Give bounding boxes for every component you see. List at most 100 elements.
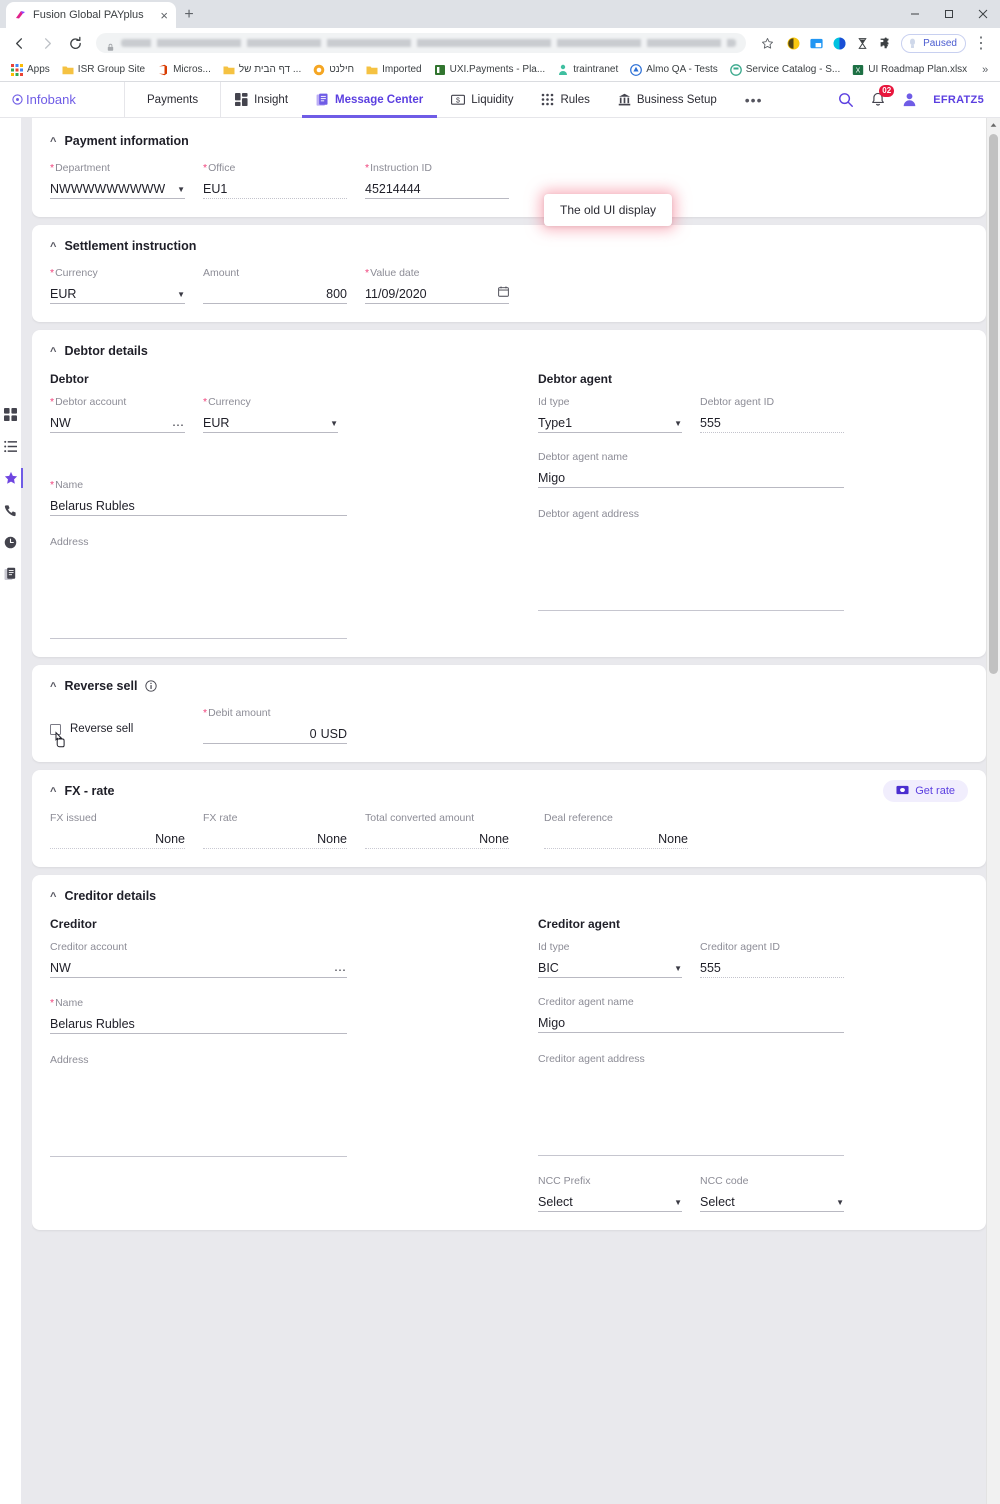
tab-insight[interactable]: Insight xyxy=(221,82,302,118)
reverse-sell-checkbox[interactable] xyxy=(50,723,61,735)
browser-menu-icon[interactable]: ⋮ xyxy=(968,30,994,56)
debtor-agent-id-input[interactable]: 555 xyxy=(700,413,844,433)
collapse-chevron-icon[interactable]: ^ xyxy=(50,681,56,693)
chevron-down-icon[interactable]: ▼ xyxy=(668,1194,682,1211)
nav-payments[interactable]: Payments xyxy=(125,94,220,106)
search-icon[interactable] xyxy=(838,92,854,108)
extension-screenshot-icon[interactable] xyxy=(805,32,827,54)
ncc-prefix-select[interactable]: Select ▼ xyxy=(538,1192,682,1212)
section-payment-information: ^ Payment information *Department NWWWWW… xyxy=(32,118,986,226)
debtor-id-type-select[interactable]: Type1 ▼ xyxy=(538,413,682,433)
creditor-name-input[interactable]: Belarus Rubles xyxy=(50,1014,347,1034)
chevron-down-icon[interactable]: ▼ xyxy=(171,286,185,303)
creditor-agent-name-input[interactable]: Migo xyxy=(538,1013,844,1033)
apps-grid-icon xyxy=(11,63,23,76)
phone-icon[interactable] xyxy=(0,499,22,521)
minimize-button[interactable] xyxy=(898,0,932,28)
debit-amount-input[interactable]: 0 USD xyxy=(203,724,347,744)
user-name[interactable]: EFRATZ5 xyxy=(933,94,984,106)
bell-icon[interactable]: 02 xyxy=(870,84,895,108)
debtor-account-input[interactable]: NW ⋯ xyxy=(50,413,185,433)
debtor-name-input[interactable]: Belarus Rubles xyxy=(50,496,347,516)
bookmark-imported[interactable]: Imported xyxy=(361,62,426,78)
reload-icon[interactable] xyxy=(62,30,88,56)
office-input[interactable]: EU1 xyxy=(203,179,347,199)
field-ncc-code: NCC code Select ▼ xyxy=(700,1175,844,1214)
reverse-sell-checkbox-row[interactable]: Reverse sell xyxy=(50,707,185,748)
creditor-agent-id-input[interactable]: 555 xyxy=(700,958,844,978)
bookmark-ui-roadmap-plan[interactable]: X UI Roadmap Plan.xlsx xyxy=(847,62,972,78)
paused-extension-button[interactable]: Paused xyxy=(901,33,966,53)
collapse-chevron-icon[interactable]: ^ xyxy=(50,136,56,148)
bookmark-microsoft[interactable]: Micros... xyxy=(152,62,216,78)
forward-icon[interactable] xyxy=(34,30,60,56)
debtor-address-textarea[interactable] xyxy=(50,553,347,639)
collapse-chevron-icon[interactable]: ^ xyxy=(50,891,56,903)
window-close-button[interactable] xyxy=(966,0,1000,28)
browser-tab[interactable]: Fusion Global PAYplus × xyxy=(6,2,176,28)
tab-business-setup[interactable]: Business Setup xyxy=(604,82,731,118)
tab-rules[interactable]: Rules xyxy=(527,82,603,118)
tab-message-center[interactable]: Message Center xyxy=(302,82,438,118)
back-icon[interactable] xyxy=(6,30,32,56)
creditor-id-type-select[interactable]: BIC ▼ xyxy=(538,958,682,978)
new-tab-button[interactable]: + xyxy=(176,2,202,28)
creditor-account-input[interactable]: NW ⋯ xyxy=(50,958,347,978)
dashboard-icon[interactable] xyxy=(0,403,22,425)
field-value: EUR xyxy=(50,287,77,301)
brand-logo[interactable]: Infobank xyxy=(0,82,124,117)
chevron-down-icon[interactable]: ▼ xyxy=(830,1194,844,1211)
chevron-down-icon[interactable]: ▼ xyxy=(324,415,338,432)
debtor-agent-address-textarea[interactable] xyxy=(538,525,844,611)
bookmark-hilan[interactable]: חילנט xyxy=(308,62,359,78)
collapse-chevron-icon[interactable]: ^ xyxy=(50,346,56,358)
value-date-input[interactable]: 11/09/2020 xyxy=(365,284,509,304)
currency-select[interactable]: EUR ▼ xyxy=(50,284,185,304)
extension-clock-icon[interactable] xyxy=(828,32,850,54)
bookmark-almo-qa-tests[interactable]: Almo QA - Tests xyxy=(625,62,723,78)
chevron-down-icon[interactable]: ▼ xyxy=(668,415,682,432)
info-circle-icon[interactable] xyxy=(145,680,158,692)
scroll-up-button[interactable] xyxy=(987,118,1000,132)
collapse-chevron-icon[interactable]: ^ xyxy=(50,786,56,798)
ncc-code-select[interactable]: Select ▼ xyxy=(700,1192,844,1212)
extension-yellow-icon[interactable] xyxy=(782,32,804,54)
get-rate-button[interactable]: Get rate xyxy=(883,780,968,802)
bookmarks-overflow-icon[interactable]: » xyxy=(976,62,994,78)
bookmark-isr-group-site[interactable]: ISR Group Site xyxy=(57,62,150,78)
creditor-address-textarea[interactable] xyxy=(50,1071,347,1157)
collapse-chevron-icon[interactable]: ^ xyxy=(50,241,56,253)
document-icon[interactable] xyxy=(0,563,22,585)
amount-input[interactable]: 800 xyxy=(203,284,347,304)
department-select[interactable]: NWWWWWWWWW ▼ xyxy=(50,179,185,199)
extension-hourglass-icon[interactable] xyxy=(851,32,873,54)
address-bar[interactable] xyxy=(96,33,747,53)
lookup-ellipsis-icon[interactable]: ⋯ xyxy=(172,418,185,432)
list-icon[interactable] xyxy=(0,435,22,457)
fx-rate-value: None xyxy=(203,829,347,849)
bookmark-uxi-payments[interactable]: UXI.Payments - Pla... xyxy=(429,62,551,78)
bookmark-service-catalog[interactable]: Service Catalog - S... xyxy=(725,62,845,78)
bookmark-star-icon[interactable] xyxy=(754,30,780,56)
bookmark-traintranet[interactable]: traintranet xyxy=(552,62,623,78)
chevron-down-icon[interactable]: ▼ xyxy=(171,181,185,198)
clock-icon[interactable] xyxy=(0,531,22,553)
tab-close-icon[interactable]: × xyxy=(160,9,168,22)
chevron-down-icon[interactable]: ▼ xyxy=(668,960,682,977)
calendar-icon[interactable] xyxy=(498,284,509,303)
star-icon[interactable] xyxy=(0,467,23,489)
instruction-id-input[interactable]: 45214444 xyxy=(365,179,509,199)
bookmark-hebrew-home[interactable]: דף הבית של ... xyxy=(218,62,306,78)
debtor-agent-name-input[interactable]: Migo xyxy=(538,468,844,488)
tab-liquidity[interactable]: $ Liquidity xyxy=(437,82,527,118)
bookmark-apps[interactable]: Apps xyxy=(6,62,55,78)
maximize-button[interactable] xyxy=(932,0,966,28)
extensions-puzzle-icon[interactable] xyxy=(874,32,896,54)
scrollbar-thumb[interactable] xyxy=(989,134,998,674)
user-avatar-icon[interactable] xyxy=(902,92,917,107)
vertical-scrollbar[interactable] xyxy=(986,118,1000,1504)
creditor-agent-address-textarea[interactable] xyxy=(538,1070,844,1156)
debtor-currency-select[interactable]: EUR ▼ xyxy=(203,413,338,433)
nav-more-button[interactable]: ••• xyxy=(731,92,777,108)
lookup-ellipsis-icon[interactable]: ⋯ xyxy=(334,963,347,977)
